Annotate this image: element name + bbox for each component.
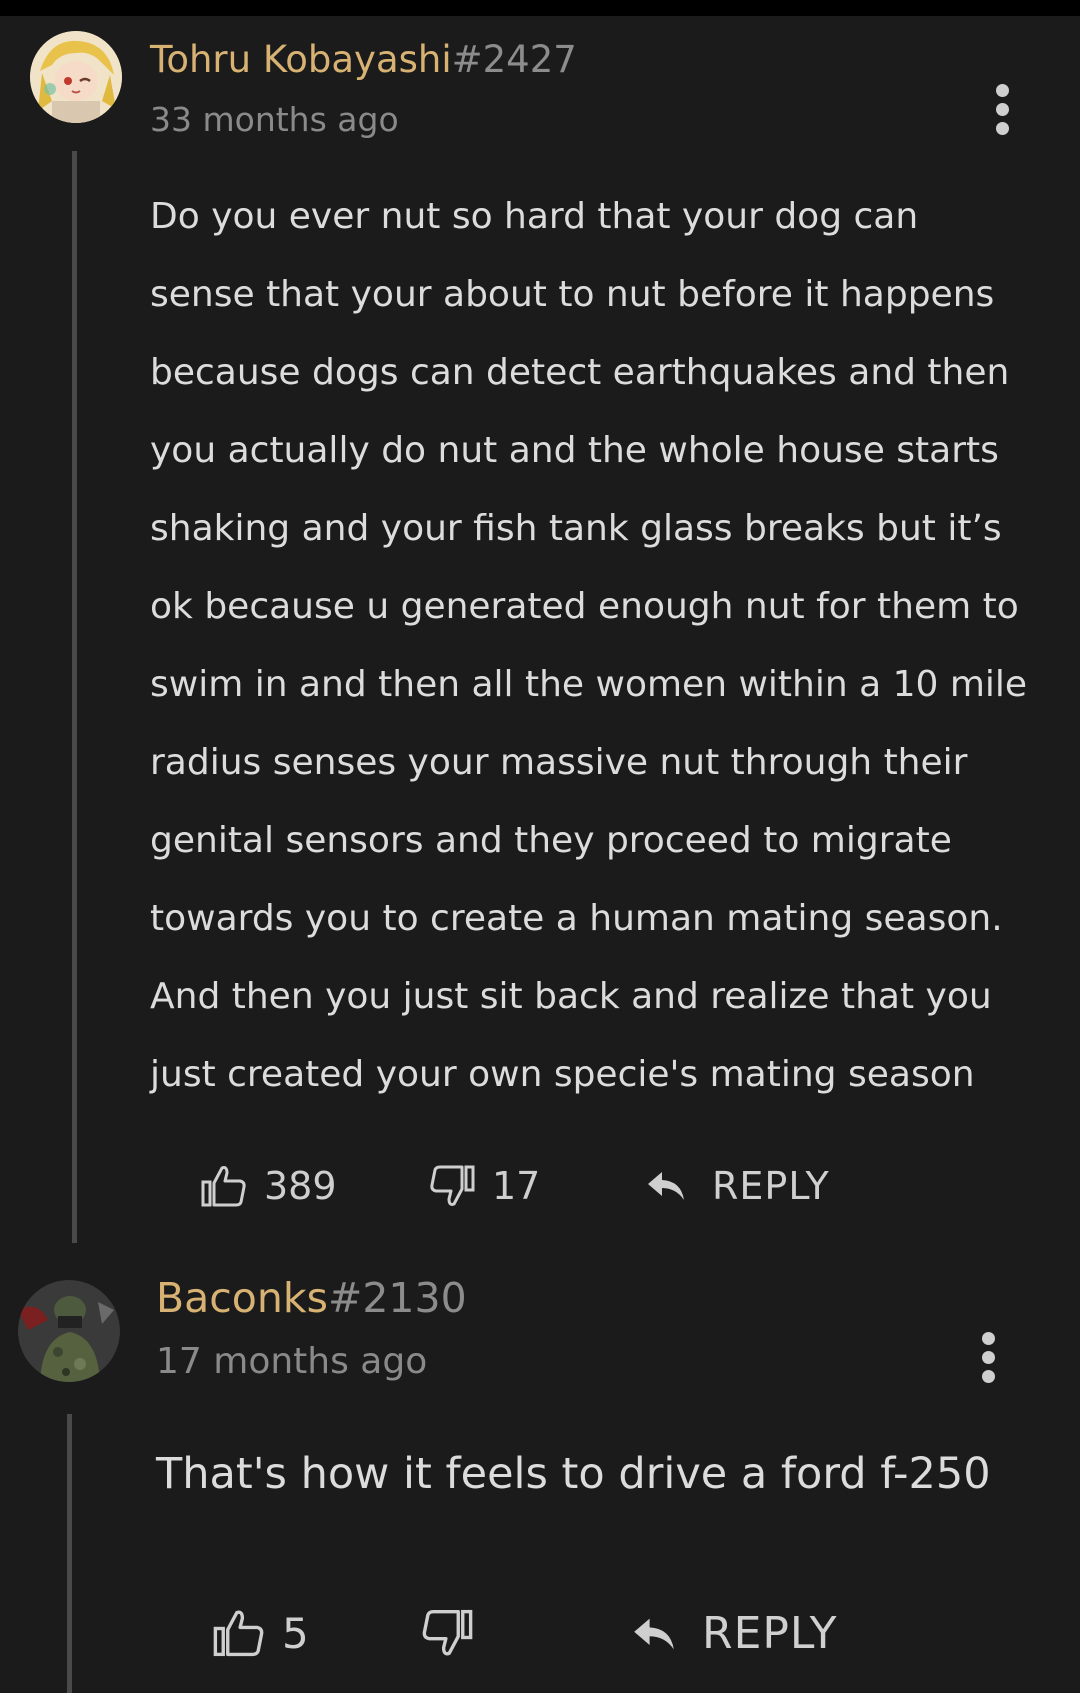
more-vertical-dot bbox=[995, 103, 1009, 116]
comment-line: Do you ever nut so hard that your dog ca… bbox=[150, 196, 919, 237]
thumbs-down-icon bbox=[422, 1609, 473, 1656]
comment-line: because dogs can detect earthquakes and … bbox=[150, 352, 1010, 393]
like-count: 389 bbox=[264, 1164, 337, 1208]
comment: Tohru Kobayashi#2427 33 months ago Do yo… bbox=[0, 16, 1080, 1243]
username-tag: #2130 bbox=[327, 1274, 467, 1322]
username-name[interactable]: Baconks bbox=[156, 1274, 328, 1322]
more-options-button[interactable] bbox=[987, 84, 1017, 144]
like-button[interactable]: 5 bbox=[212, 1608, 309, 1658]
user-avatar[interactable] bbox=[18, 1280, 120, 1382]
more-vertical-dot bbox=[981, 1351, 995, 1364]
comment-line: radius senses your massive nut through t… bbox=[150, 742, 968, 783]
comment-timestamp: 17 months ago bbox=[156, 1341, 428, 1382]
comment-body: Do you ever nut so hard that your dog ca… bbox=[150, 178, 1027, 1114]
reply-label: REPLY bbox=[702, 1608, 838, 1659]
comment-line: genital sensors and they proceed to migr… bbox=[150, 820, 952, 861]
like-count: 5 bbox=[282, 1608, 309, 1658]
reply-button[interactable]: REPLY bbox=[646, 1164, 830, 1208]
thumbs-down-icon bbox=[430, 1165, 475, 1206]
dislike-button[interactable]: 17 bbox=[428, 1164, 540, 1208]
reply-arrow-icon bbox=[634, 1618, 674, 1649]
reply-arrow-icon bbox=[648, 1172, 684, 1200]
more-options-button[interactable] bbox=[973, 1332, 1003, 1392]
more-vertical-dot bbox=[995, 122, 1009, 135]
comment-line: ok because u generated enough nut for th… bbox=[150, 586, 1019, 627]
thumbs-up-icon bbox=[201, 1166, 246, 1207]
username-tag: #2427 bbox=[451, 38, 577, 81]
comment-username[interactable]: Tohru Kobayashi#2427 bbox=[150, 38, 577, 82]
more-vertical-dot bbox=[981, 1370, 995, 1383]
comment: Baconks#2130 17 months ago That's how it… bbox=[0, 1236, 1080, 1693]
more-vertical-icon bbox=[995, 84, 1009, 97]
user-avatar[interactable] bbox=[30, 31, 122, 123]
comment-line: swim in and then all the women within a … bbox=[150, 664, 1028, 705]
anime-avatar-icon bbox=[30, 31, 122, 123]
comment-timestamp: 33 months ago bbox=[150, 100, 399, 139]
comment-line: you actually do nut and the whole house … bbox=[150, 430, 999, 471]
status-bar bbox=[0, 0, 1080, 16]
comment-line: And then you just sit back and realize t… bbox=[150, 976, 992, 1017]
like-button[interactable]: 389 bbox=[200, 1164, 337, 1208]
reply-label: REPLY bbox=[712, 1164, 830, 1208]
more-vertical-icon bbox=[981, 1332, 995, 1345]
reply-button[interactable]: REPLY bbox=[632, 1608, 837, 1659]
username-name[interactable]: Tohru Kobayashi bbox=[150, 38, 452, 81]
thread-line[interactable] bbox=[67, 1414, 72, 1693]
comment-line: That's how it feels to drive a ford f-25… bbox=[156, 1449, 991, 1499]
comment-line: just created your own specie's mating se… bbox=[150, 1054, 975, 1095]
soldier-avatar-icon bbox=[18, 1280, 120, 1382]
comment-body: That's how it feels to drive a ford f-25… bbox=[156, 1444, 991, 1504]
thread-line[interactable] bbox=[72, 151, 77, 1243]
comment-line: sense that your about to nut before it h… bbox=[150, 274, 995, 315]
dislike-count: 17 bbox=[492, 1164, 541, 1208]
comment-line: towards you to create a human mating sea… bbox=[150, 898, 1003, 939]
thumbs-up-icon bbox=[213, 1610, 264, 1657]
comment-line: shaking and your fish tank glass breaks … bbox=[150, 508, 1002, 549]
comment-username[interactable]: Baconks#2130 bbox=[156, 1276, 467, 1320]
dislike-button[interactable] bbox=[420, 1608, 490, 1658]
